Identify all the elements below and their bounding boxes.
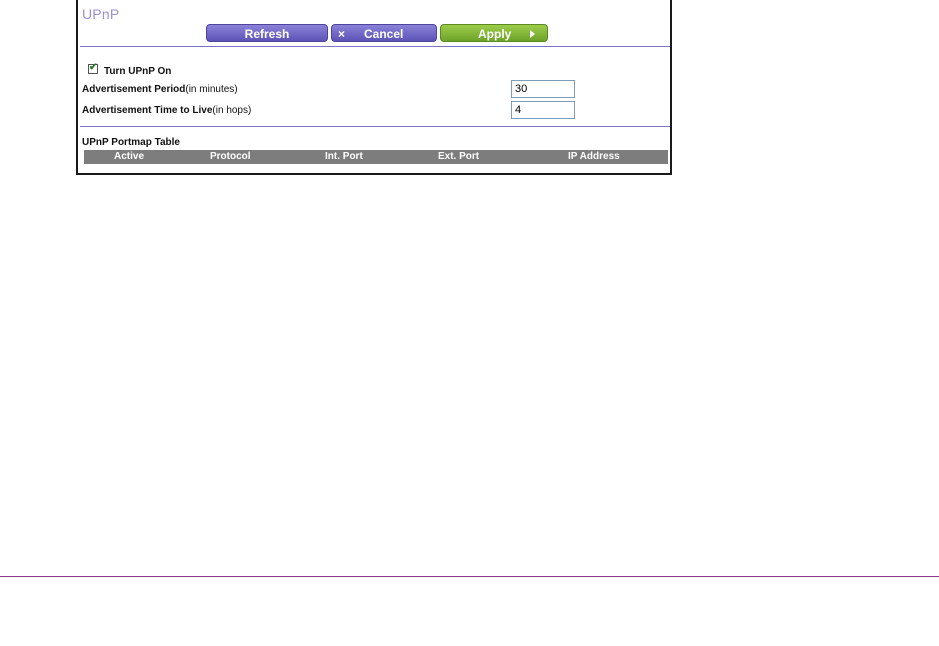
adv-ttl-label-bold: Advertisement Time to Live [82, 105, 213, 116]
adv-ttl-label: Advertisement Time to Live(in hops) [82, 105, 251, 116]
divider [80, 46, 670, 47]
close-icon: × [338, 27, 346, 41]
apply-button-label: Apply [478, 27, 512, 41]
footer-divider [0, 576, 939, 577]
column-header-protocol: Protocol [210, 151, 251, 162]
divider [80, 126, 670, 127]
check-icon: ✔ [89, 62, 98, 73]
cancel-button-label: Cancel [364, 27, 404, 41]
column-header-ext-port: Ext. Port [438, 151, 480, 162]
adv-ttl-label-unit: (in hops) [212, 105, 252, 116]
refresh-button[interactable]: Refresh [206, 24, 328, 42]
adv-period-label: Advertisement Period(in minutes) [82, 84, 238, 95]
turn-upnp-on-label: Turn UPnP On [104, 66, 172, 77]
turn-upnp-on-checkbox[interactable]: ✔ [88, 62, 98, 74]
refresh-button-label: Refresh [244, 27, 290, 41]
page-title: UPnP [82, 6, 120, 22]
apply-button[interactable]: Apply [440, 24, 548, 42]
adv-period-input[interactable] [511, 80, 575, 98]
adv-period-label-unit: (in minutes) [185, 84, 238, 95]
upnp-panel: UPnP Refresh × Cancel Apply ✔ Turn UPnP … [76, 0, 672, 175]
chevron-right-icon [530, 30, 535, 38]
adv-period-label-bold: Advertisement Period [82, 84, 186, 95]
column-header-int-port: Int. Port [325, 151, 363, 162]
adv-ttl-input[interactable] [511, 101, 575, 119]
portmap-table-header: Active Protocol Int. Port Ext. Port IP A… [84, 150, 668, 164]
portmap-table-title: UPnP Portmap Table [82, 137, 180, 148]
column-header-active: Active [114, 151, 145, 162]
cancel-button[interactable]: × Cancel [331, 24, 437, 42]
column-header-ip-address: IP Address [568, 151, 620, 162]
